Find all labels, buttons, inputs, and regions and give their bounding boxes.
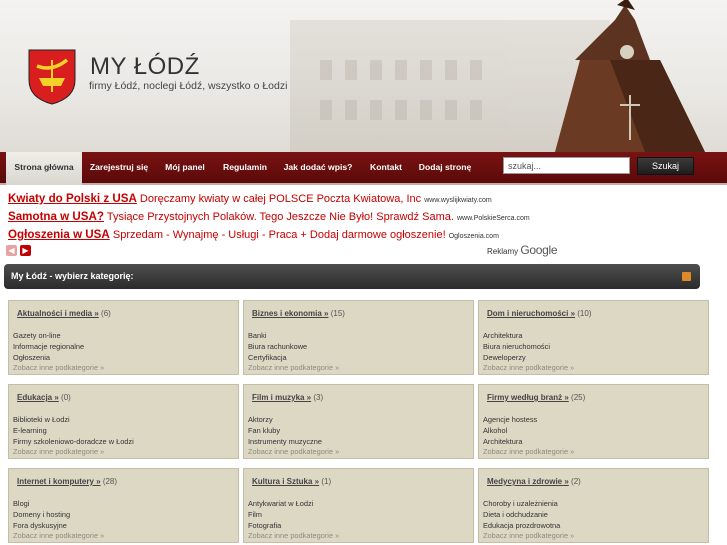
subcategory-link[interactable]: Deweloperzy [483,353,526,362]
subcategory-link[interactable]: Instrumenty muzyczne [248,437,322,446]
subcategory-link[interactable]: Ogłoszenia [13,353,50,362]
nav-item-contact[interactable]: Kontakt [364,152,408,183]
nav-item-my-panel[interactable]: Mój panel [160,152,210,183]
church-tower-image [555,0,705,152]
ad-title[interactable]: Ogłoszenia w USA [8,228,110,241]
category-box: Edukacja » (0) Biblioteki w Łodzi E-lear… [8,384,239,459]
subcategory-link[interactable]: Agencje hostess [483,415,537,424]
category-link[interactable]: Internet i komputery » [17,477,101,486]
category-box: Film i muzyka » (3) Aktorzy Fan kluby In… [243,384,474,459]
category-box: Kultura i Sztuka » (1) Antykwariat w Łod… [243,468,474,543]
ad-text: Tysiące Przystojnych Polaków. Tego Jeszc… [106,211,454,223]
more-subcategories-link[interactable]: Zobacz inne podkategorie » [13,447,104,456]
subcategory-link[interactable]: Banki [248,331,267,340]
subcategory-link[interactable]: Alkohol [483,426,507,435]
category-count: (0) [61,393,71,402]
category-link[interactable]: Dom i nieruchomości » [487,309,575,318]
ads-by-google[interactable]: Reklamy Google [487,243,558,257]
category-link[interactable]: Aktualności i media » [17,309,99,318]
category-box: Biznes i ekonomia » (15) Banki Biura rac… [243,300,474,375]
site-title[interactable]: MY ŁÓDŹ [90,53,200,81]
subcategory-link[interactable]: Biura nieruchomości [483,342,550,351]
nav-item-register[interactable]: Zarejestruj się [87,152,151,183]
ad-link[interactable]: Kwiaty do Polski z USA Doręczamy kwiaty … [8,192,492,205]
coat-of-arms-logo [28,49,76,105]
subcategory-link[interactable]: Fora dyskusyjne [13,521,67,530]
more-subcategories-link[interactable]: Zobacz inne podkategorie » [248,531,339,540]
category-count: (2) [571,477,581,486]
ad-link[interactable]: Ogłoszenia w USA Sprzedam - Wynajmę - Us… [8,228,499,241]
google-logo: Google [520,243,558,257]
category-count: (3) [313,393,324,402]
subcategory-link[interactable]: Domeny i hosting [13,510,70,519]
category-link[interactable]: Medycyna i zdrowie » [487,477,569,486]
more-subcategories-link[interactable]: Zobacz inne podkategorie » [248,363,339,372]
search-input[interactable] [503,157,630,174]
ad-text: Sprzedam - Wynajmę - Usługi - Praca + Do… [112,229,446,241]
subcategory-link[interactable]: Gazety on-line [13,331,61,340]
subcategory-link[interactable]: Architektura [483,437,522,446]
ad-title[interactable]: Kwiaty do Polski z USA [8,192,137,205]
category-box: Firmy według branż » (25) Agencje hostes… [478,384,709,459]
category-count: (6) [101,309,111,318]
subcategory-link[interactable]: Informacje regionalne [13,342,84,351]
subcategory-link[interactable]: Firmy szkoleniowo-doradcze w Łodzi [13,437,134,446]
category-box: Aktualności i media » (6) Gazety on-line… [8,300,239,375]
categories-title: My Łódź - wybierz kategorię: [11,271,134,281]
more-subcategories-link[interactable]: Zobacz inne podkategorie » [483,447,574,456]
category-count: (25) [571,393,586,402]
subcategory-link[interactable]: Antykwariat w Łodzi [248,499,313,508]
nav-item-terms[interactable]: Regulamin [218,152,272,183]
subcategory-link[interactable]: Biblioteki w Łodzi [13,415,70,424]
ad-url[interactable]: Ogloszenia.com [449,233,499,240]
category-link[interactable]: Kultura i Sztuka » [252,477,319,486]
ad-text: Doręczamy kwiaty w całej POLSCE Poczta K… [139,193,422,205]
nav-item-how-to-add[interactable]: Jak dodać wpis? [280,152,356,183]
category-link[interactable]: Biznes i ekonomia » [252,309,328,318]
site-subtitle: firmy Łódź, noclegi Łódź, wszystko o Łod… [89,80,288,92]
rss-icon[interactable] [682,272,691,281]
ad-url[interactable]: www.wyslijkwiaty.com [424,197,492,204]
nav-underline [0,183,727,185]
ad-title[interactable]: Samotna w USA? [8,210,104,223]
subcategory-link[interactable]: Fotografia [248,521,281,530]
category-box: Medycyna i zdrowie » (2) Choroby i uzale… [478,468,709,543]
category-box: Internet i komputery » (28) Blogi Domeny… [8,468,239,543]
nav-item-home[interactable]: Strona główna [6,152,82,185]
category-count: (1) [321,477,332,486]
search-button[interactable]: Szukaj [637,157,694,175]
subcategory-link[interactable]: E-learning [13,426,47,435]
subcategory-link[interactable]: Certyfikacja [248,353,287,362]
more-subcategories-link[interactable]: Zobacz inne podkategorie » [483,531,574,540]
ad-url[interactable]: www.PolskieSerca.com [457,215,530,222]
category-link[interactable]: Film i muzyka » [252,393,311,402]
subcategory-link[interactable]: Fan kluby [248,426,280,435]
subcategory-link[interactable]: Architektura [483,331,522,340]
subcategory-link[interactable]: Dieta i odchudzanie [483,510,548,519]
subcategory-link[interactable]: Choroby i uzależnienia [483,499,558,508]
site-header: MY ŁÓDŹ firmy Łódź, noclegi Łódź, wszyst… [0,0,727,152]
subcategory-link[interactable]: Film [248,510,262,519]
subcategory-link[interactable]: Edukacja prozdrowotna [483,521,560,530]
category-box: Dom i nieruchomości » (10) Architektura … [478,300,709,375]
subcategory-link[interactable]: Biura rachunkowe [248,342,307,351]
subcategory-link[interactable]: Blogi [13,499,29,508]
subcategory-link[interactable]: Aktorzy [248,415,273,424]
category-count: (10) [577,309,592,318]
ads-by-label: Reklamy [487,247,519,256]
category-count: (28) [102,477,118,486]
ad-link[interactable]: Samotna w USA? Tysiące Przystojnych Pola… [8,210,530,223]
more-subcategories-link[interactable]: Zobacz inne podkategorie » [483,363,574,372]
category-link[interactable]: Firmy według branż » [487,393,569,402]
category-count: (15) [330,309,345,318]
category-link[interactable]: Edukacja » [17,393,59,402]
ad-prev-arrow-icon[interactable]: ◀ [6,245,17,256]
more-subcategories-link[interactable]: Zobacz inne podkategorie » [13,531,104,540]
ad-next-arrow-icon[interactable]: ▶ [20,245,31,256]
more-subcategories-link[interactable]: Zobacz inne podkategorie » [13,363,104,372]
nav-item-add-site[interactable]: Dodaj stronę [414,152,476,183]
more-subcategories-link[interactable]: Zobacz inne podkategorie » [248,447,339,456]
